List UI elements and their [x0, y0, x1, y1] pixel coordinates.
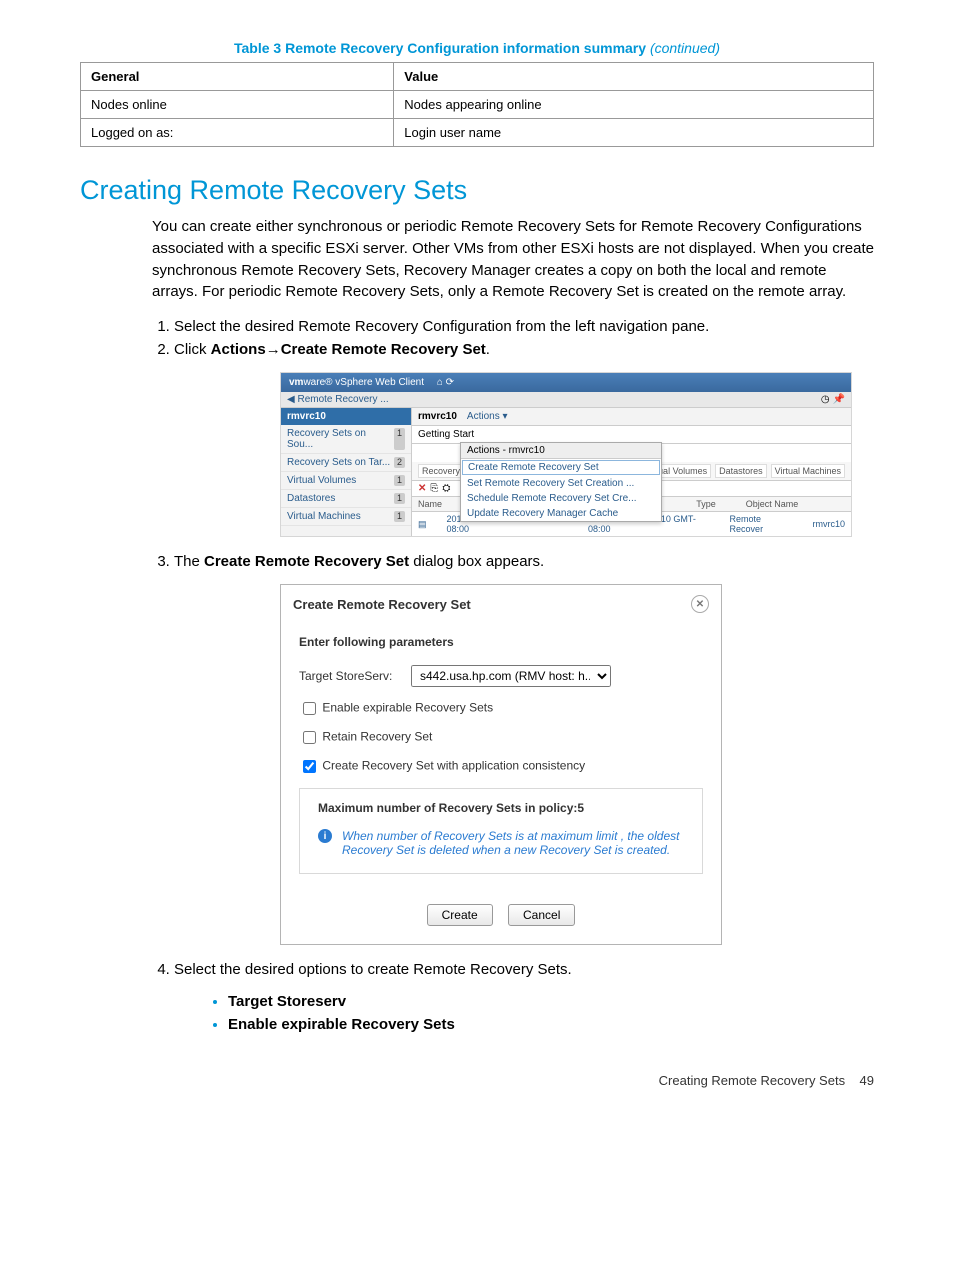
text: Click [174, 341, 211, 358]
nav-item[interactable]: Virtual Volumes 1 [281, 472, 411, 490]
page-number: 49 [860, 1073, 874, 1088]
subtab[interactable]: Virtual Machines [771, 464, 845, 478]
home-icon[interactable]: ⌂ [437, 377, 443, 388]
setting-icon[interactable]: ⛭ [442, 483, 450, 494]
nav-item[interactable]: Recovery Sets on Tar... 2 [281, 454, 411, 472]
step-2: Click Actions→Create Remote Recovery Set… [174, 341, 874, 537]
dropdown-item[interactable]: Set Remote Recovery Set Creation ... [461, 476, 661, 491]
checkbox-label: Enable expirable Recovery Sets [322, 701, 493, 715]
bold: Create Remote Recovery Set [281, 341, 486, 358]
dropdown-item[interactable]: Update Recovery Manager Cache [461, 506, 661, 521]
cancel-button[interactable]: Cancel [508, 904, 575, 926]
app-consistency-checkbox[interactable] [303, 760, 316, 773]
step-4: Select the desired options to create Rem… [174, 961, 874, 978]
footer-text: Creating Remote Recovery Sets [659, 1073, 845, 1088]
table-caption: Table 3 Remote Recovery Configuration in… [80, 40, 874, 56]
bold: Create Remote Recovery Set [204, 553, 409, 570]
tab-getting-started[interactable]: Getting Start [418, 429, 474, 440]
bold: Actions [211, 341, 266, 358]
step-1: Select the desired Remote Recovery Confi… [174, 318, 874, 335]
nav-item[interactable]: Virtual Machines 1 [281, 508, 411, 526]
table-row: Logged on as: Login user name [81, 119, 874, 147]
info-icon: i [318, 829, 332, 843]
nav-badge: 1 [394, 493, 405, 504]
text: The [174, 553, 204, 570]
policy-heading: Maximum number of Recovery Sets in polic… [318, 801, 684, 815]
brand-bold: vm [289, 377, 303, 388]
clock-icon[interactable]: ◷ [821, 394, 830, 405]
target-storeserv-select[interactable]: s442.usa.hp.com (RMV host: h... [411, 665, 611, 687]
dropdown-item[interactable]: Schedule Remote Recovery Set Cre... [461, 491, 661, 506]
checkbox-label: Create Recovery Set with application con… [322, 759, 585, 773]
bold: Target Storeserv [228, 993, 346, 1010]
nav-label: Datastores [287, 493, 335, 504]
section-heading: Creating Remote Recovery Sets [80, 175, 874, 206]
dialog-title: Create Remote Recovery Set [293, 597, 471, 612]
close-icon[interactable]: ✕ [691, 595, 709, 613]
cell: Logged on as: [81, 119, 394, 147]
export-icon[interactable]: ⎘ [430, 483, 438, 494]
nav-label: Recovery Sets on Tar... [287, 457, 390, 468]
caption-continued: (continued) [650, 40, 720, 56]
vsphere-screenshot: vmware® vSphere Web Client ⌂ ⟳ ◀ Remote … [280, 372, 852, 537]
vsphere-header: vmware® vSphere Web Client ⌂ ⟳ [281, 373, 851, 392]
nav-sidebar: rmvrc10 Recovery Sets on Sou...1 Recover… [281, 408, 412, 536]
checkbox-label: Retain Recovery Set [322, 730, 432, 744]
nav-label: Virtual Machines [287, 511, 361, 522]
dropdown-item[interactable]: Create Remote Recovery Set [462, 460, 660, 475]
nav-item[interactable]: Recovery Sets on Sou...1 [281, 425, 411, 454]
col-name: Name [418, 499, 442, 509]
enable-expirable-checkbox[interactable] [303, 702, 316, 715]
row-obj[interactable]: rmvrc10 [812, 519, 845, 529]
nav-badge: 1 [394, 428, 405, 450]
nav-item[interactable]: Datastores 1 [281, 490, 411, 508]
intro-paragraph: You can create either synchronous or per… [152, 216, 874, 303]
page-footer: Creating Remote Recovery Sets 49 [80, 1073, 874, 1088]
summary-table: General Value Nodes online Nodes appeari… [80, 62, 874, 147]
cell: Login user name [394, 119, 874, 147]
dialog-subhead: Enter following parameters [299, 635, 703, 649]
nav-label: Virtual Volumes [287, 475, 356, 486]
table-row: Nodes online Nodes appearing online [81, 91, 874, 119]
target-storeserv-label: Target StoreServ: [299, 669, 411, 683]
nav-badge: 2 [394, 457, 405, 468]
bullet-item: Target Storeserv [228, 993, 874, 1010]
bold: Enable expirable Recovery Sets [228, 1016, 455, 1033]
col-type: Type [696, 499, 716, 509]
step-3: The Create Remote Recovery Set dialog bo… [174, 553, 874, 945]
nav-selected[interactable]: rmvrc10 [281, 408, 411, 425]
th-general: General [81, 63, 394, 91]
actions-dropdown: Actions - rmvrc10 Create Remote Recovery… [460, 442, 662, 522]
pin-icon[interactable]: 📌 [833, 394, 845, 405]
info-text: When number of Recovery Sets is at maxim… [342, 829, 684, 857]
policy-box: Maximum number of Recovery Sets in polic… [299, 788, 703, 874]
retain-recovery-checkbox[interactable] [303, 731, 316, 744]
cell: Nodes online [81, 91, 394, 119]
nav-badge: 1 [394, 511, 405, 522]
text: dialog box appears. [409, 553, 544, 570]
actions-menu[interactable]: Actions ▾ [467, 411, 508, 422]
col-object: Object Name [746, 499, 799, 509]
dropdown-header: Actions - rmvrc10 [461, 443, 661, 459]
refresh-icon[interactable]: ⟳ [446, 377, 454, 388]
row-icon: ▤ [418, 519, 427, 530]
create-button[interactable]: Create [427, 904, 493, 926]
nav-label: Recovery Sets on Sou... [287, 428, 394, 450]
th-value: Value [394, 63, 874, 91]
create-recovery-dialog: Create Remote Recovery Set ✕ Enter follo… [280, 584, 722, 945]
text: . [486, 341, 490, 358]
cell: Nodes appearing online [394, 91, 874, 119]
subtab[interactable]: Datastores [715, 464, 767, 478]
nav-badge: 1 [394, 475, 405, 486]
arrow-icon: → [266, 341, 281, 358]
delete-icon[interactable]: ✕ [418, 483, 426, 494]
caption-main: Table 3 Remote Recovery Configuration in… [234, 40, 646, 56]
crumb-name: rmvrc10 [418, 411, 457, 422]
options-bullets: Target Storeserv Enable expirable Recove… [210, 993, 874, 1033]
row-type: Remote Recover [730, 514, 793, 534]
steps-list: Select the desired Remote Recovery Confi… [152, 318, 874, 978]
back-link[interactable]: ◀ Remote Recovery ... [287, 394, 389, 405]
bullet-item: Enable expirable Recovery Sets [228, 1016, 874, 1033]
brand-text: ware® vSphere Web Client [303, 377, 424, 388]
